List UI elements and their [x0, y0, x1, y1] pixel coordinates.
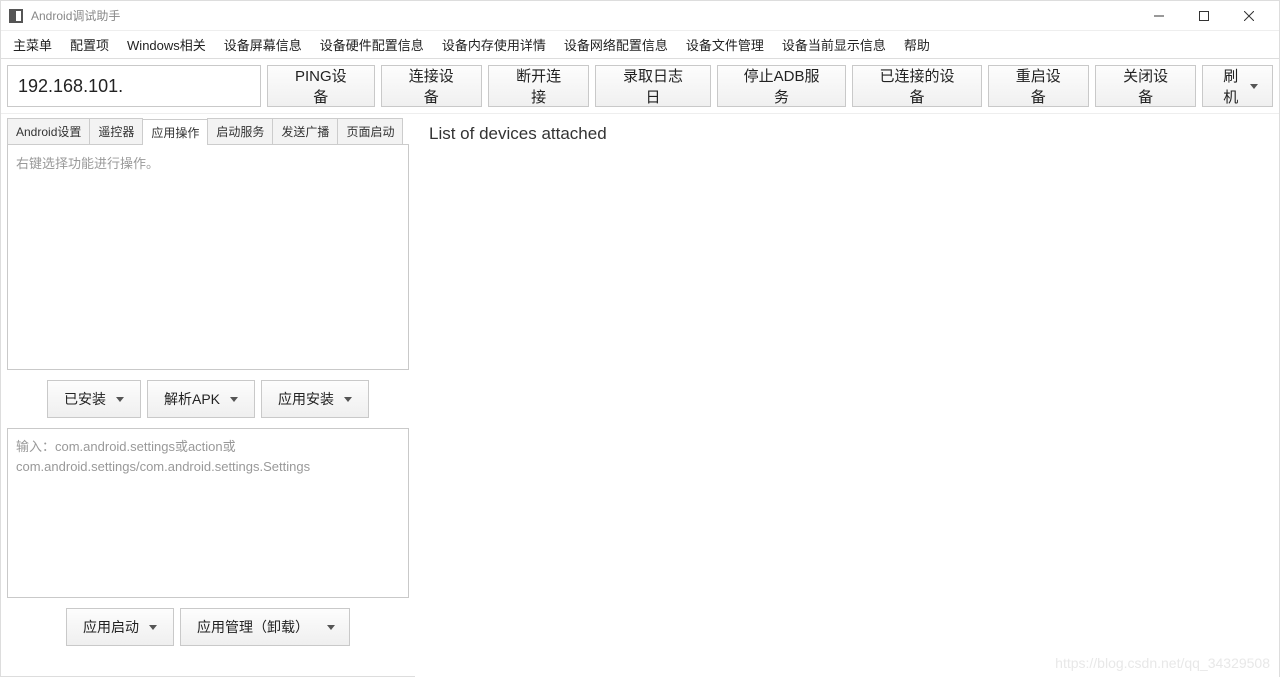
chevron-down-icon	[230, 397, 238, 402]
ping-label: PING设备	[290, 65, 352, 107]
window-title: Android调试助手	[31, 7, 1136, 24]
stop-adb-label: 停止ADB服务	[740, 65, 824, 107]
menu-config[interactable]: 配置项	[68, 33, 111, 56]
connected-devices-label: 已连接的设备	[875, 65, 958, 107]
output-text: List of devices attached	[429, 124, 1265, 144]
minimize-icon	[1154, 11, 1164, 21]
record-log-label: 录取日志日	[618, 65, 687, 107]
menu-file-manage[interactable]: 设备文件管理	[684, 33, 766, 56]
tab-send-broadcast[interactable]: 发送广播	[272, 118, 338, 144]
menu-display-info[interactable]: 设备当前显示信息	[780, 33, 888, 56]
output-panel: List of devices attached	[415, 114, 1279, 677]
tab-app-operation[interactable]: 应用操作	[142, 119, 208, 145]
installed-button[interactable]: 已安装	[47, 380, 141, 418]
maximize-button[interactable]	[1181, 1, 1226, 31]
connected-devices-button[interactable]: 已连接的设备	[852, 65, 981, 107]
flash-button[interactable]: 刷机	[1202, 65, 1273, 107]
ping-button[interactable]: PING设备	[267, 65, 375, 107]
tabbar: Android设置 遥控器 应用操作 启动服务 发送广播 页面启动	[7, 118, 409, 145]
launch-app-button[interactable]: 应用启动	[66, 608, 174, 646]
menu-hardware-info[interactable]: 设备硬件配置信息	[318, 33, 426, 56]
stop-adb-button[interactable]: 停止ADB服务	[717, 65, 847, 107]
ip-input[interactable]	[7, 65, 261, 107]
toolbar: PING设备 连接设备 断开连接 录取日志日 停止ADB服务 已连接的设备 重启…	[1, 59, 1279, 114]
content-area: Android设置 遥控器 应用操作 启动服务 发送广播 页面启动 右键选择功能…	[1, 114, 1279, 677]
left-panel: Android设置 遥控器 应用操作 启动服务 发送广播 页面启动 右键选择功能…	[1, 114, 415, 677]
bottom-button-row: 应用启动 应用管理（卸载）	[7, 598, 409, 656]
tab-start-service[interactable]: 启动服务	[207, 118, 273, 144]
chevron-down-icon	[149, 625, 157, 630]
close-icon	[1244, 11, 1254, 21]
menu-network-info[interactable]: 设备网络配置信息	[562, 33, 670, 56]
install-app-button[interactable]: 应用安装	[261, 380, 369, 418]
flash-label: 刷机	[1217, 65, 1244, 107]
menu-windows[interactable]: Windows相关	[125, 33, 208, 56]
parse-apk-label: 解析APK	[164, 389, 220, 409]
tab-android-settings[interactable]: Android设置	[7, 118, 90, 144]
close-button[interactable]	[1226, 1, 1271, 31]
disconnect-label: 断开连接	[511, 65, 566, 107]
chevron-down-icon	[1250, 84, 1258, 89]
install-app-label: 应用安装	[278, 389, 334, 409]
menu-screen-info[interactable]: 设备屏幕信息	[222, 33, 304, 56]
installed-label: 已安装	[64, 389, 106, 409]
launch-app-label: 应用启动	[83, 617, 139, 637]
mid-button-row: 已安装 解析APK 应用安装	[7, 370, 409, 428]
menu-help[interactable]: 帮助	[902, 33, 932, 56]
connect-button[interactable]: 连接设备	[381, 65, 482, 107]
chevron-down-icon	[116, 397, 124, 402]
app-manage-label: 应用管理（卸载）	[197, 617, 309, 637]
menu-memory-info[interactable]: 设备内存使用详情	[440, 33, 548, 56]
minimize-button[interactable]	[1136, 1, 1181, 31]
shutdown-label: 关闭设备	[1118, 65, 1173, 107]
chevron-down-icon	[344, 397, 352, 402]
record-log-button[interactable]: 录取日志日	[595, 65, 710, 107]
reboot-label: 重启设备	[1011, 65, 1066, 107]
reboot-button[interactable]: 重启设备	[988, 65, 1089, 107]
menubar: 主菜单 配置项 Windows相关 设备屏幕信息 设备硬件配置信息 设备内存使用…	[1, 31, 1279, 59]
menu-main[interactable]: 主菜单	[11, 33, 54, 56]
shutdown-button[interactable]: 关闭设备	[1095, 65, 1196, 107]
connect-label: 连接设备	[404, 65, 459, 107]
window-controls	[1136, 1, 1271, 31]
parse-apk-button[interactable]: 解析APK	[147, 380, 255, 418]
lower-panel[interactable]: 输入：com.android.settings或action或com.andro…	[7, 428, 409, 598]
app-manage-button[interactable]: 应用管理（卸载）	[180, 608, 350, 646]
tab-remote[interactable]: 遥控器	[89, 118, 143, 144]
tab-page-launch[interactable]: 页面启动	[337, 118, 403, 144]
disconnect-button[interactable]: 断开连接	[488, 65, 589, 107]
maximize-icon	[1199, 11, 1209, 21]
chevron-down-icon	[327, 625, 335, 630]
upper-panel[interactable]: 右键选择功能进行操作。	[7, 145, 409, 370]
titlebar: Android调试助手	[1, 1, 1279, 31]
app-icon	[9, 9, 23, 23]
